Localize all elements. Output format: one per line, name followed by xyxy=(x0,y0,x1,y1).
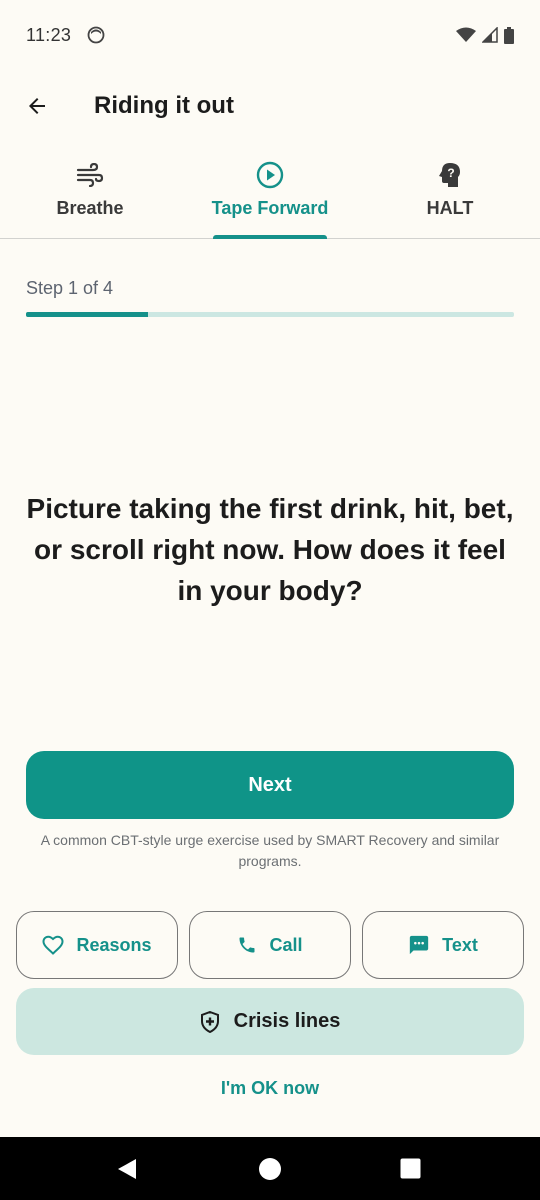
exercise-footnote: A common CBT-style urge exercise used by… xyxy=(40,832,500,869)
app-bar: Riding it out xyxy=(0,70,540,142)
nav-home-button[interactable] xyxy=(258,1157,282,1181)
reasons-button[interactable]: Reasons xyxy=(16,911,178,979)
text-label: Text xyxy=(442,934,478,955)
call-label: Call xyxy=(269,934,303,955)
tab-breathe[interactable]: Breathe xyxy=(0,142,180,238)
nav-recents-button[interactable] xyxy=(400,1158,421,1179)
call-button[interactable]: Call xyxy=(189,911,351,979)
status-icons xyxy=(456,26,514,44)
battery-icon xyxy=(504,26,514,44)
system-nav-bar xyxy=(0,1137,540,1200)
arrow-left-icon xyxy=(29,98,45,114)
play-circle-icon xyxy=(255,160,285,190)
exercise-prompt: Picture taking the first drink, hit, bet… xyxy=(26,493,514,606)
wind-icon xyxy=(75,160,105,190)
status-bar: 11:23 xyxy=(0,0,540,70)
im-ok-now-link[interactable]: I'm OK now xyxy=(0,1078,540,1099)
crisis-lines-label: Crisis lines xyxy=(233,1010,341,1032)
text-button[interactable]: Text xyxy=(362,911,524,979)
face-icon xyxy=(87,26,105,44)
crisis-lines-button[interactable]: Crisis lines xyxy=(16,988,524,1055)
signal-icon xyxy=(482,27,498,43)
message-icon xyxy=(409,935,429,955)
circle-home-icon xyxy=(259,1157,281,1180)
tab-label: Tape Forward xyxy=(211,198,329,218)
phone-icon xyxy=(239,937,255,953)
next-button[interactable]: Next xyxy=(26,751,514,819)
tab-halt[interactable]: ? HALT xyxy=(360,142,540,238)
square-recents-icon xyxy=(400,1158,421,1179)
page-title: Riding it out xyxy=(94,92,234,119)
head-question-icon: ? xyxy=(435,160,465,190)
tab-tape-forward[interactable]: Tape Forward xyxy=(180,142,360,239)
status-time: 11:23 xyxy=(26,24,72,45)
triangle-back-icon xyxy=(118,1158,136,1179)
support-actions: Reasons Call Text xyxy=(16,911,524,979)
reasons-label: Reasons xyxy=(76,934,152,955)
active-tab-indicator xyxy=(213,235,327,239)
svg-text:?: ? xyxy=(447,166,454,180)
tab-bar: Breathe Tape Forward ? HALT xyxy=(0,142,540,239)
wifi-icon xyxy=(456,27,476,42)
heart-icon xyxy=(42,935,64,955)
tab-label: Breathe xyxy=(56,198,124,218)
step-progress-fill xyxy=(26,312,148,317)
back-button[interactable] xyxy=(13,82,61,130)
step-label: Step 1 of 4 xyxy=(26,278,114,298)
nav-back-button[interactable] xyxy=(116,1158,138,1180)
step-progress-bar xyxy=(26,312,514,317)
shield-plus-icon xyxy=(200,1010,219,1033)
tab-label: HALT xyxy=(426,198,474,218)
